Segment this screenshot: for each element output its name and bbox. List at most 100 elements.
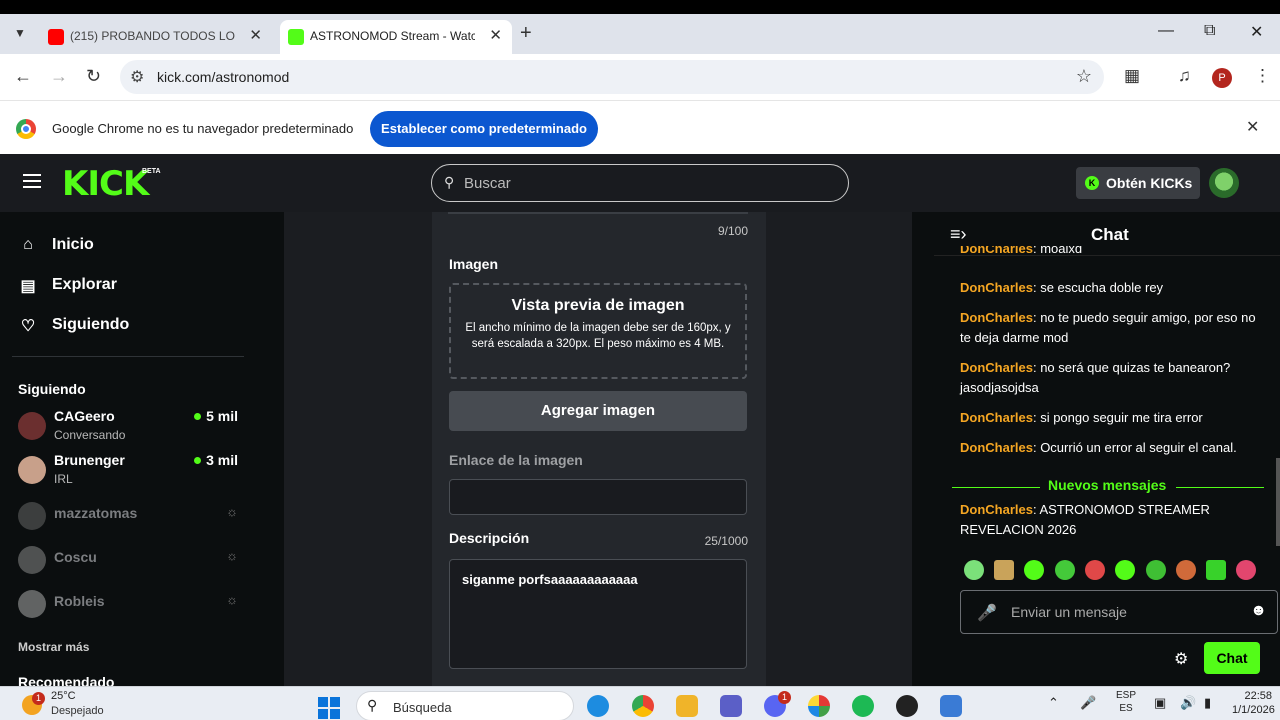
tray-overflow-icon[interactable]: ⌃ [1048, 695, 1059, 711]
offline-icon: ☼ [226, 592, 238, 607]
omnibox[interactable]: ⚙ kick.com/astronomod ☆ [120, 60, 1104, 94]
tray-mic-icon[interactable]: 🎤 [1080, 695, 1096, 711]
close-window-icon[interactable]: ✕ [1250, 22, 1263, 42]
edge-icon[interactable] [587, 695, 609, 717]
chrome-icon[interactable] [632, 695, 654, 717]
search-input[interactable] [464, 173, 834, 193]
taskbar-search-label: Búsqueda [393, 700, 452, 715]
battery-icon[interactable]: ▮ [1204, 695, 1211, 711]
collapse-chat-icon[interactable]: ≡› [950, 224, 967, 245]
send-chat-button[interactable]: Chat [1204, 642, 1260, 674]
back-icon[interactable]: ← [14, 66, 32, 87]
profile-avatar[interactable]: P [1212, 68, 1232, 88]
spotify-icon[interactable] [852, 695, 874, 717]
chat-username[interactable]: DonCharles [960, 410, 1033, 425]
get-kicks-label: Obtén KICKs [1106, 175, 1193, 191]
chat-username[interactable]: DonCharles [960, 360, 1033, 375]
chat-username[interactable]: DonCharles [960, 502, 1033, 517]
page-scrollbar[interactable] [1276, 458, 1280, 546]
emote-icon[interactable] [1024, 560, 1044, 580]
emoji-picker-icon[interactable]: ☻ [1250, 602, 1267, 620]
chat-settings-gear-icon[interactable]: ⚙ [1174, 649, 1188, 669]
new-tab-button[interactable]: + [520, 22, 532, 45]
taskbar-search[interactable]: ⚲ Búsqueda [356, 691, 574, 720]
offline-icon: ☼ [226, 548, 238, 563]
color-app-icon[interactable] [808, 695, 830, 717]
user-avatar[interactable] [1209, 168, 1239, 198]
image-link-input[interactable] [449, 479, 747, 515]
following-item-mazzatomas[interactable]: mazzatomas ☼ [18, 496, 244, 536]
emote-icon[interactable] [1236, 560, 1256, 580]
description-textarea[interactable]: siganme porfsaaaaaaaaaaaa [449, 559, 747, 669]
weather-notification-badge: 1 [32, 692, 45, 705]
chat-message: DonCharles: si pongo seguir me tira erro… [960, 408, 1262, 428]
set-default-button[interactable]: Establecer como predeterminado [370, 111, 598, 147]
infobar-close-icon[interactable]: ✕ [1246, 117, 1259, 137]
file-explorer-icon[interactable] [676, 695, 698, 717]
chat-username[interactable]: DonCharles [960, 310, 1033, 325]
language-indicator[interactable]: ESP ES [1116, 689, 1136, 715]
teams-icon[interactable] [720, 695, 742, 717]
forward-icon[interactable]: → [50, 66, 68, 87]
minimize-icon[interactable]: — [1158, 22, 1174, 40]
system-clock[interactable]: 22:58 1/1/2026 [1232, 689, 1275, 717]
following-item-robleis[interactable]: Robleis ☼ [18, 584, 244, 624]
kick-logo[interactable]: KICK [62, 164, 149, 204]
windows-taskbar: 1 25°C Despejado ⚲ Búsqueda 1 ⌃ 🎤 ESP ES… [0, 686, 1280, 720]
description-counter: 25/1000 [704, 534, 748, 548]
chat-username[interactable]: DonCharles [960, 440, 1033, 455]
windows-start-icon[interactable] [318, 697, 340, 719]
emote-icon[interactable] [994, 560, 1014, 580]
show-more-link[interactable]: Mostrar más [18, 640, 89, 654]
site-info-icon[interactable]: ⚙ [130, 67, 144, 87]
temperature[interactable]: 25°C [51, 690, 76, 702]
add-image-button[interactable]: Agregar imagen [449, 391, 747, 431]
chat-username[interactable]: DonCharles [960, 280, 1033, 295]
emote-icon[interactable] [1055, 560, 1075, 580]
volume-icon[interactable]: 🔊 [1180, 695, 1196, 711]
tab-close-icon[interactable]: ✕ [249, 26, 262, 44]
chat-message-input[interactable] [1011, 602, 1231, 622]
hamburger-menu-icon[interactable] [23, 174, 41, 188]
recommended-heading: Recomendado [18, 674, 115, 686]
channel-name: Robleis [54, 593, 105, 609]
following-item-coscu[interactable]: Coscu ☼ [18, 540, 244, 580]
obs-icon[interactable] [896, 695, 918, 717]
emote-icon[interactable] [1206, 560, 1226, 580]
reload-icon[interactable]: ↻ [86, 66, 101, 87]
chrome-menu-icon[interactable]: ⋮ [1254, 66, 1271, 86]
emote-icon[interactable] [964, 560, 984, 580]
avatar [18, 412, 46, 440]
home-icon: ⌂ [23, 236, 33, 253]
url-text[interactable]: kick.com/astronomod [157, 69, 289, 85]
following-item-brunenger[interactable]: Brunenger IRL 3 mil [18, 450, 244, 490]
channel-category: Conversando [54, 428, 126, 442]
search-box[interactable]: ⚲ [431, 164, 849, 202]
image-preview-dropzone[interactable]: Vista previa de imagen El ancho mínimo d… [449, 283, 747, 379]
divider-line [1176, 487, 1264, 488]
emote-icon[interactable] [1115, 560, 1135, 580]
network-icon[interactable]: ▣ [1154, 695, 1166, 711]
infobar-text: Google Chrome no es tu navegador predete… [52, 121, 354, 136]
media-controls-icon[interactable]: ♫ [1178, 66, 1191, 86]
description-label: Descripción [449, 530, 530, 546]
tab-close-icon[interactable]: ✕ [489, 26, 502, 44]
restore-icon[interactable]: ⧉ [1204, 22, 1215, 40]
chat-input-box[interactable]: 🎤 ☻ [960, 590, 1278, 634]
weather-description[interactable]: Despejado [51, 705, 104, 717]
tab-kick[interactable]: ASTRONOMOD Stream - Watch ✕ [280, 20, 512, 54]
tab-search-icon[interactable]: ▼ [10, 23, 30, 43]
default-browser-infobar: Google Chrome no es tu navegador predete… [0, 100, 1280, 154]
emote-icon[interactable] [1176, 560, 1196, 580]
emote-icon[interactable] [1146, 560, 1166, 580]
microphone-icon[interactable]: 🎤 [977, 603, 997, 623]
get-kicks-button[interactable]: K Obtén KICKs [1076, 167, 1200, 199]
emote-icon[interactable] [1085, 560, 1105, 580]
bookmark-star-icon[interactable]: ☆ [1076, 66, 1092, 87]
tab-youtube[interactable]: (215) PROBANDO TODOS LOS N ✕ [40, 20, 272, 54]
extensions-icon[interactable]: ▦ [1124, 66, 1140, 86]
chat-username[interactable]: DonCharles [960, 246, 1033, 256]
security-shield-icon[interactable] [940, 695, 962, 717]
kick-app: KICK BETA ⚲ K Obtén KICKs ⌂ Inicio ▤ Exp… [0, 154, 1280, 686]
following-item-cageero[interactable]: CAGeero Conversando 5 mil [18, 406, 244, 446]
